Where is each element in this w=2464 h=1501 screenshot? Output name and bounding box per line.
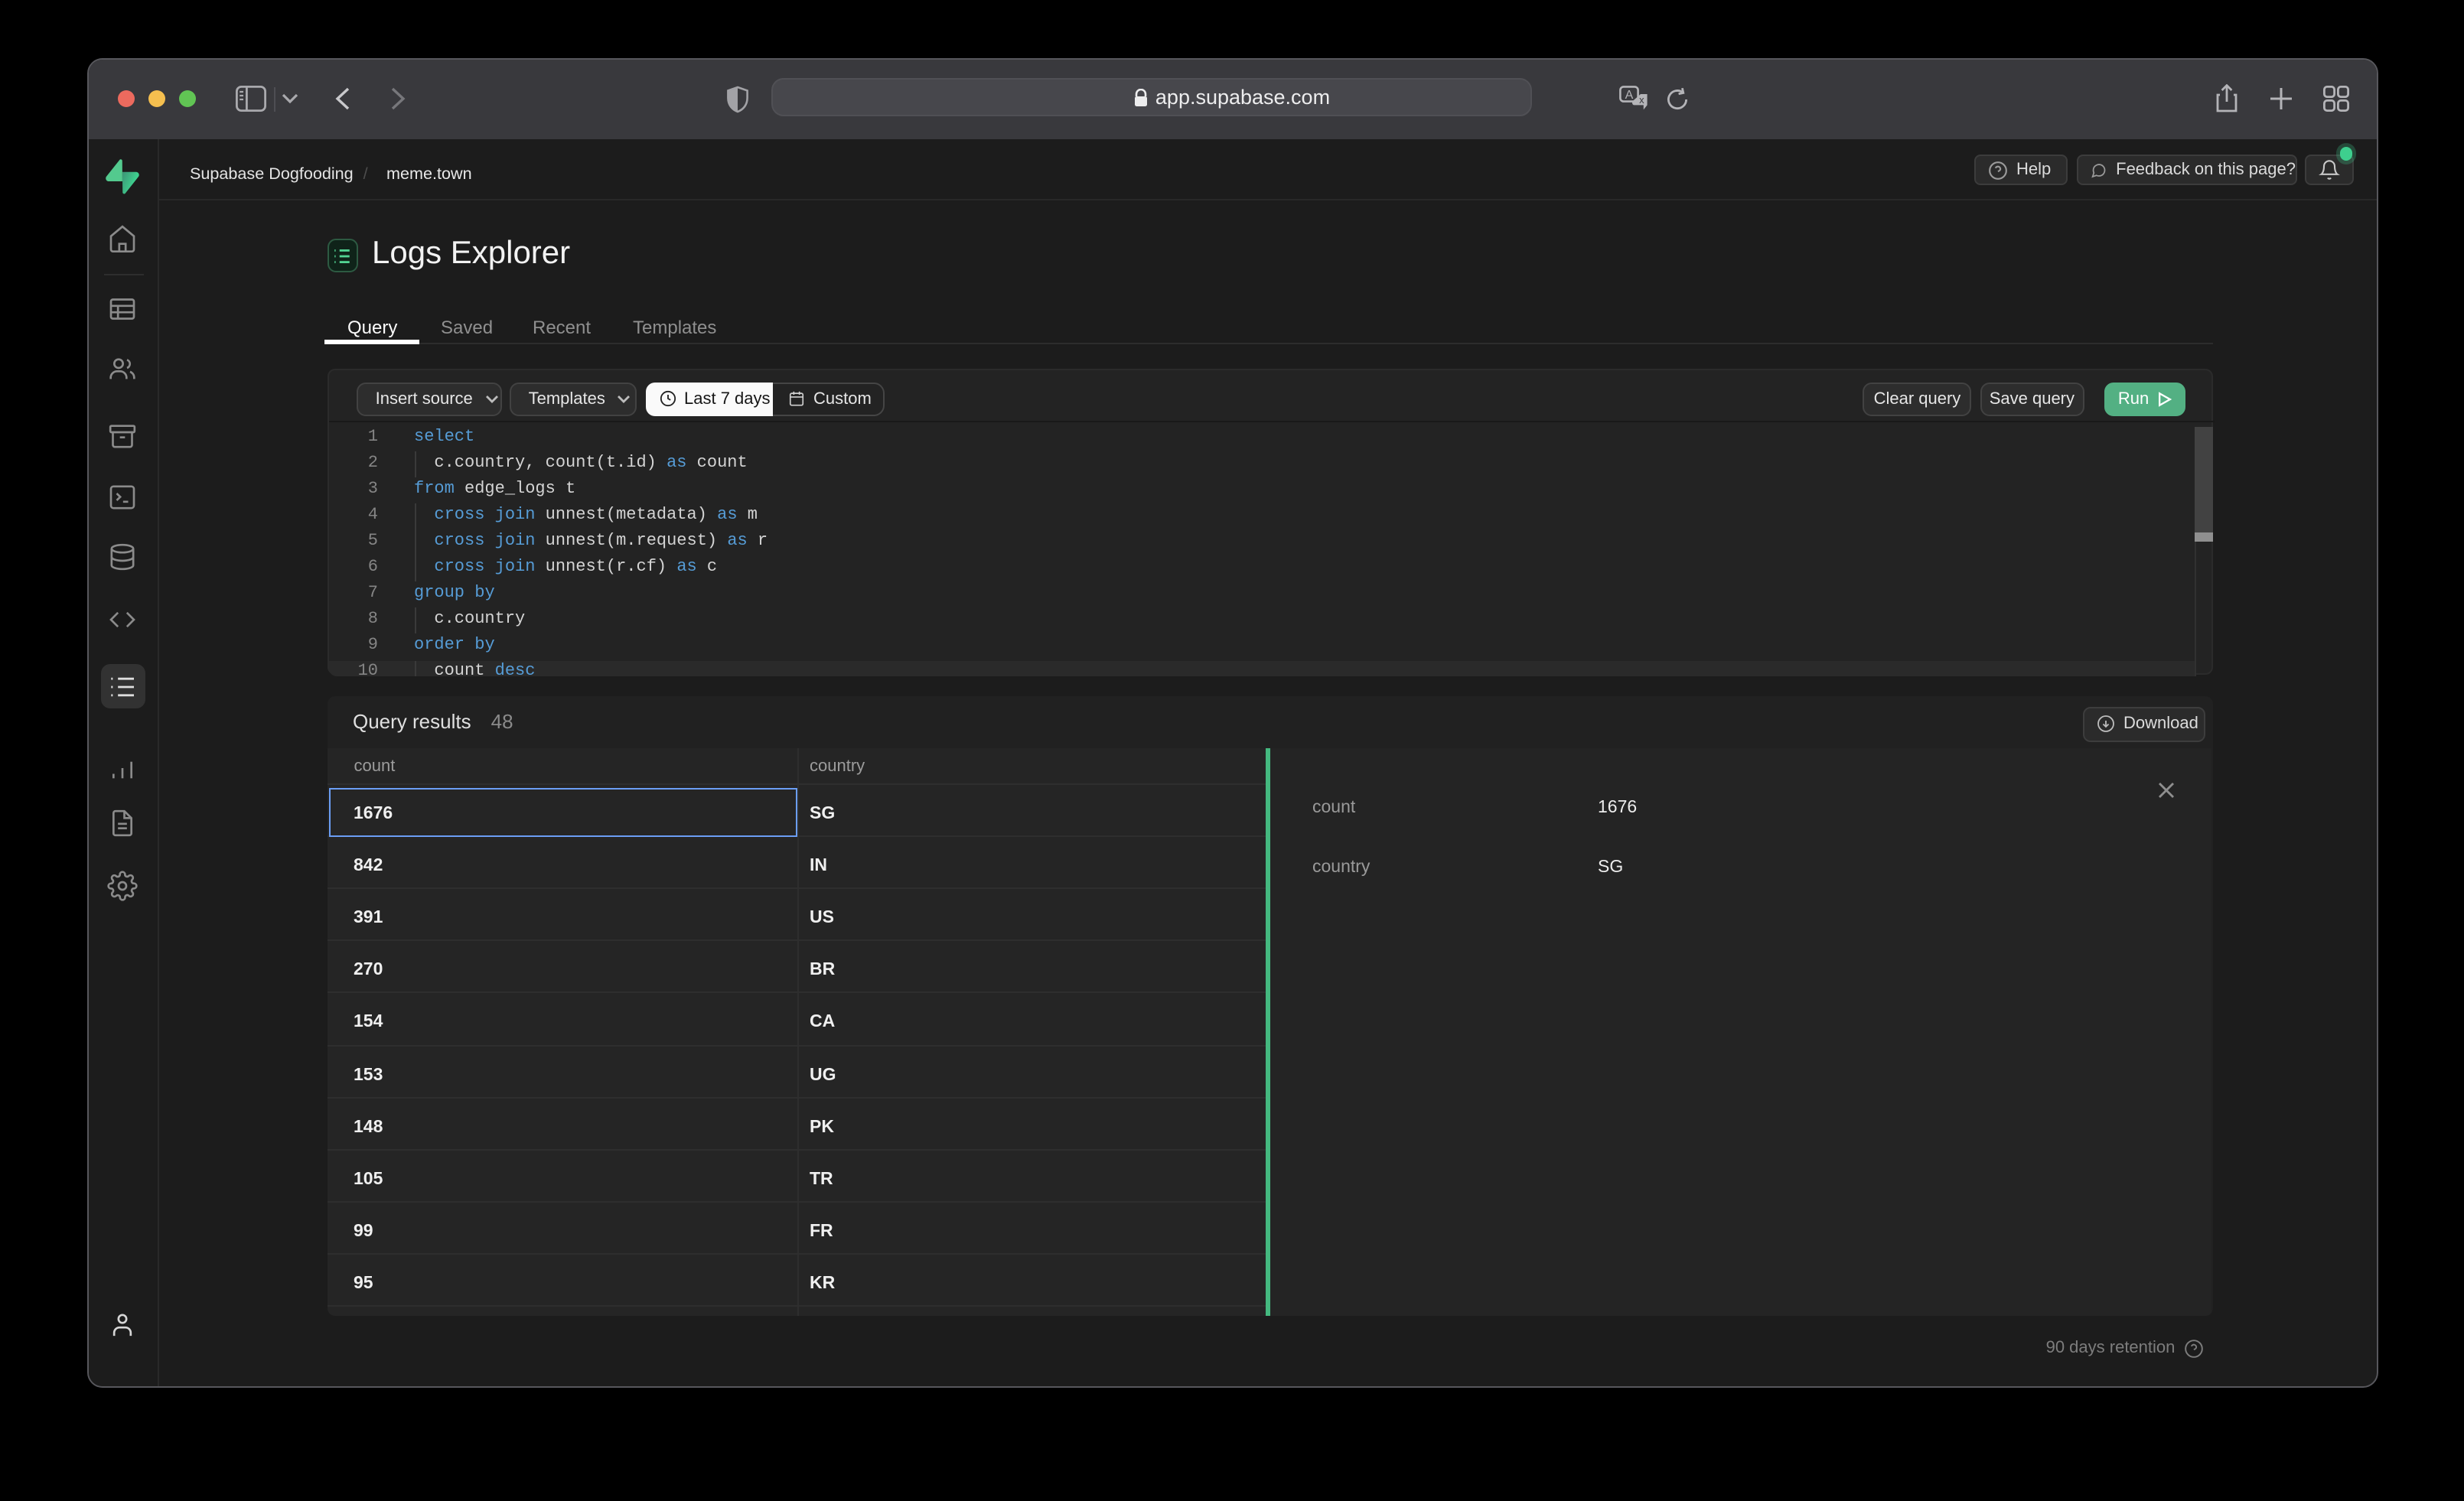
svg-text:A: A [1625,88,1633,101]
svg-text:x: x [1638,93,1644,105]
